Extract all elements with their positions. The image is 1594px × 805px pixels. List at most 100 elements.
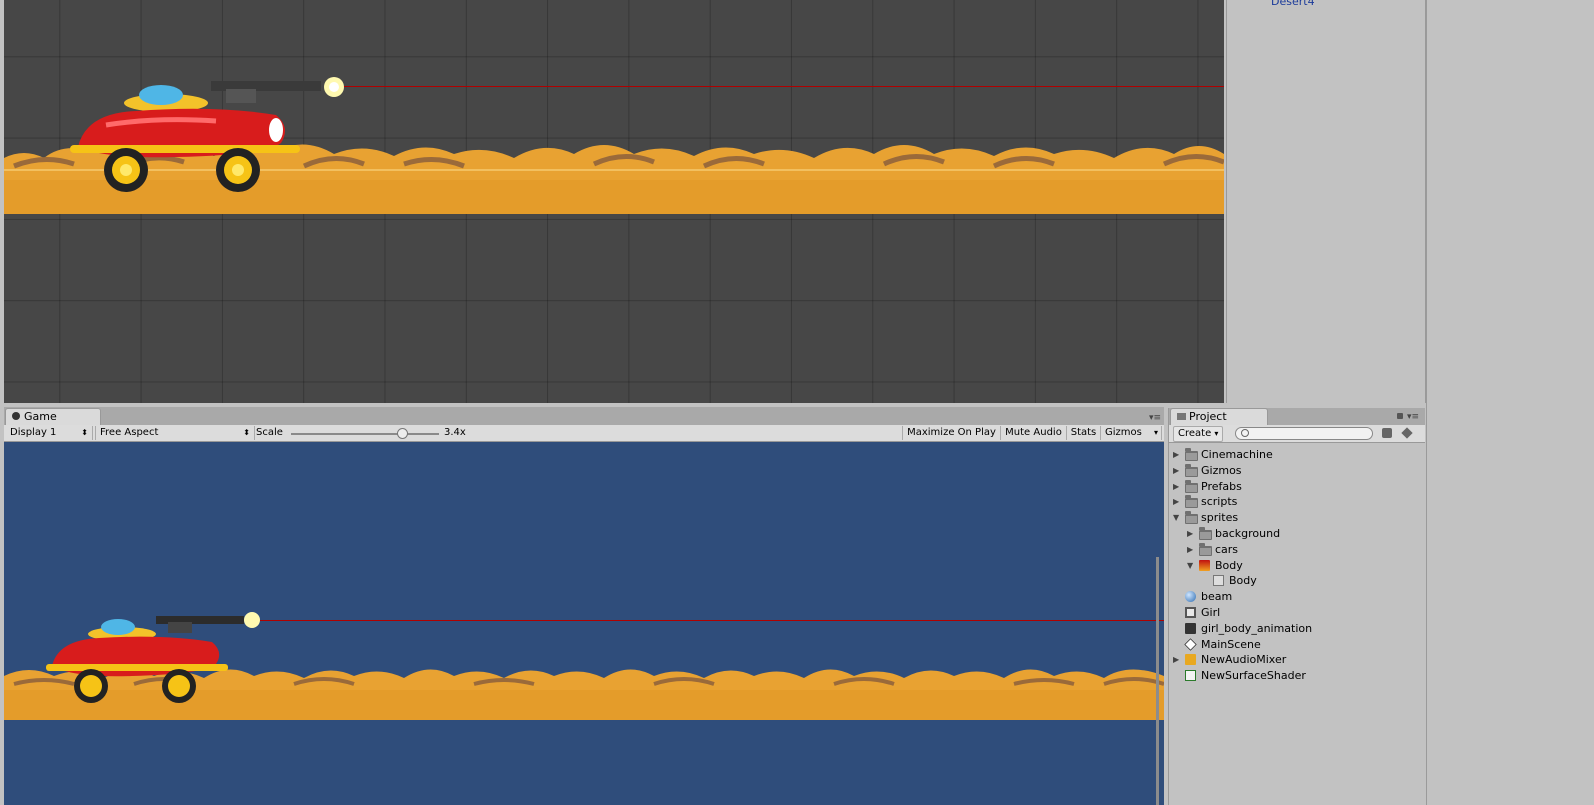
tree-item-label: scripts — [1201, 495, 1238, 509]
tree-item-label: Prefabs — [1201, 479, 1242, 493]
dropdown-arrows-icon: ⬍ — [81, 428, 88, 437]
inspector-asset-link[interactable]: Desert4 — [1271, 0, 1315, 8]
filter-by-type-icon[interactable] — [1382, 428, 1392, 438]
folder-icon — [1185, 448, 1198, 461]
collapsed-arrow-icon[interactable]: ▶ — [1187, 542, 1193, 557]
tree-item[interactable]: Girl — [1169, 605, 1425, 620]
project-panel-menu-icon[interactable]: ▾≡ — [1407, 412, 1419, 422]
inspector-panel: Desert4 — [1226, 0, 1426, 403]
tab-project-label: Project — [1189, 410, 1227, 423]
scene-view[interactable] — [4, 0, 1224, 403]
unity-scene-icon — [1184, 637, 1197, 651]
sprite-sheet-icon — [1199, 559, 1210, 571]
right-side-panel — [1426, 0, 1594, 805]
gizmos-label: Gizmos — [1105, 427, 1142, 438]
animation-clip-icon — [1185, 622, 1196, 634]
search-input[interactable] — [1235, 427, 1373, 440]
material-sphere-icon — [1185, 591, 1196, 603]
search-icon — [1241, 429, 1249, 437]
tree-item-label: MainScene — [1201, 637, 1261, 651]
tree-item-label: Body — [1229, 574, 1257, 588]
aspect-dropdown-label: Free Aspect — [100, 427, 159, 438]
game-car-sprite — [46, 612, 260, 703]
tree-item[interactable]: Body — [1169, 573, 1425, 588]
tree-item[interactable]: ▶ NewAudioMixer — [1169, 652, 1425, 667]
expanded-arrow-icon[interactable]: ▼ — [1187, 558, 1193, 573]
tree-item[interactable]: MainScene — [1169, 637, 1425, 652]
project-toolbar: Create ▾ — [1169, 425, 1425, 443]
tree-item[interactable]: ▼ Body — [1169, 558, 1425, 573]
scale-value: 3.4x — [444, 427, 466, 438]
tree-item-label: beam — [1201, 590, 1233, 604]
project-tree: ▶ Cinemachine ▶ Gizmos ▶ Prefabs ▶ scripts ▼ spri… — [1169, 447, 1425, 747]
folder-icon — [1185, 463, 1198, 477]
tree-item[interactable]: ▼ sprites — [1169, 510, 1425, 525]
tab-game-label: Game — [24, 410, 57, 423]
folder-icon — [1185, 479, 1198, 493]
scale-slider-thumb[interactable] — [397, 428, 408, 439]
tree-item-label: Body — [1215, 558, 1243, 572]
lock-icon[interactable] — [1397, 413, 1403, 419]
tree-item-label: girl_body_animation — [1201, 621, 1313, 635]
shader-icon — [1185, 670, 1196, 682]
game-view[interactable] — [4, 442, 1164, 805]
folder-icon — [1199, 527, 1212, 540]
collapsed-arrow-icon[interactable]: ▶ — [1173, 463, 1179, 478]
display-dropdown-label: Display 1 — [10, 427, 57, 438]
folder-icon — [1199, 542, 1212, 556]
collapsed-arrow-icon[interactable]: ▶ — [1173, 479, 1179, 494]
prefab-icon — [1185, 607, 1196, 618]
game-controller-icon — [12, 412, 20, 420]
tree-item-label: sprites — [1201, 511, 1239, 525]
tree-item[interactable]: ▶ background — [1169, 526, 1425, 541]
tree-item[interactable]: ▶ cars — [1169, 542, 1425, 557]
tree-item[interactable]: ▶ scripts — [1169, 494, 1425, 509]
gizmos-dropdown-icon: ▾ — [1153, 428, 1158, 437]
tree-item[interactable]: ▶ Gizmos — [1169, 463, 1425, 478]
scale-slider-track[interactable] — [291, 433, 439, 435]
game-tab-bar — [4, 407, 1164, 425]
gizmos-button[interactable]: Gizmos ▾ — [1100, 426, 1162, 440]
scene-car-sprite — [70, 77, 344, 192]
collapsed-arrow-icon[interactable]: ▶ — [1187, 526, 1193, 541]
tree-item-label: Cinemachine — [1201, 448, 1273, 461]
tree-item[interactable]: ▶ Cinemachine — [1169, 447, 1425, 462]
tree-item-label: Girl — [1201, 606, 1221, 619]
dropdown-arrow-icon: ▾ — [1214, 429, 1219, 438]
sprite-icon — [1213, 575, 1224, 587]
game-view-scrollbar[interactable] — [1156, 557, 1159, 805]
tree-item-label: background — [1215, 527, 1281, 540]
tree-item-label: Gizmos — [1201, 463, 1242, 477]
tree-item[interactable]: girl_body_animation — [1169, 621, 1425, 636]
project-panel: Project ▾≡ Create ▾ ▶ Cinemachine ▶ Gizmos ▶… — [1168, 408, 1425, 805]
tree-item-label: NewSurfaceShader — [1201, 669, 1306, 683]
scale-label: Scale — [256, 427, 283, 438]
tree-item-label: NewAudioMixer — [1201, 653, 1287, 667]
mute-audio-button[interactable]: Mute Audio — [1000, 426, 1066, 440]
tab-game[interactable]: Game — [5, 408, 101, 425]
tree-item[interactable]: beam — [1169, 589, 1425, 604]
folder-tab-icon — [1177, 413, 1186, 420]
stats-button[interactable]: Stats — [1066, 426, 1100, 440]
game-laser-beam — [258, 620, 1164, 621]
collapsed-arrow-icon[interactable]: ▶ — [1173, 447, 1179, 462]
display-dropdown[interactable]: Display 1 ⬍ — [6, 426, 93, 440]
tree-item[interactable]: NewSurfaceShader — [1169, 668, 1425, 683]
audio-mixer-icon — [1185, 654, 1196, 666]
folder-icon — [1185, 495, 1198, 509]
create-dropdown[interactable]: Create ▾ — [1173, 426, 1224, 442]
game-toolbar: Display 1 ⬍ Free Aspect ⬍ Scale 3.4x Maxim… — [4, 425, 1164, 442]
expanded-arrow-icon[interactable]: ▼ — [1173, 510, 1179, 525]
scene-laser-beam — [339, 86, 1224, 87]
collapsed-arrow-icon[interactable]: ▶ — [1173, 494, 1179, 509]
game-panel-menu-icon[interactable]: ▾≡ — [1149, 413, 1161, 423]
collapsed-arrow-icon[interactable]: ▶ — [1173, 652, 1179, 667]
tab-project[interactable]: Project — [1170, 408, 1268, 425]
dropdown-arrows-icon: ⬍ — [243, 428, 250, 437]
tree-item-label: cars — [1215, 542, 1239, 556]
filter-by-label-icon[interactable] — [1401, 427, 1413, 439]
tree-item[interactable]: ▶ Prefabs — [1169, 479, 1425, 494]
maximize-on-play-button[interactable]: Maximize On Play — [902, 426, 1000, 440]
aspect-dropdown[interactable]: Free Aspect ⬍ — [95, 426, 255, 440]
folder-icon — [1185, 511, 1198, 525]
